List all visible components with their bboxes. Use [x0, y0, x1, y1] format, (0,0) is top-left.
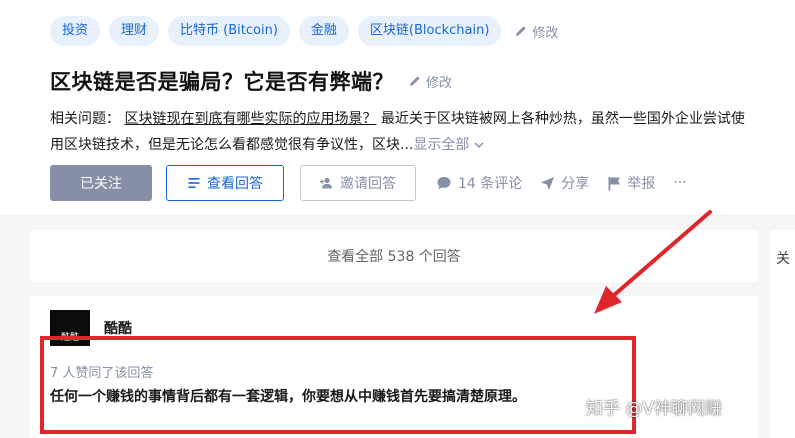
arrow-annotation — [594, 210, 712, 314]
watermark: 知乎 @V神聊网赚 — [586, 399, 723, 419]
